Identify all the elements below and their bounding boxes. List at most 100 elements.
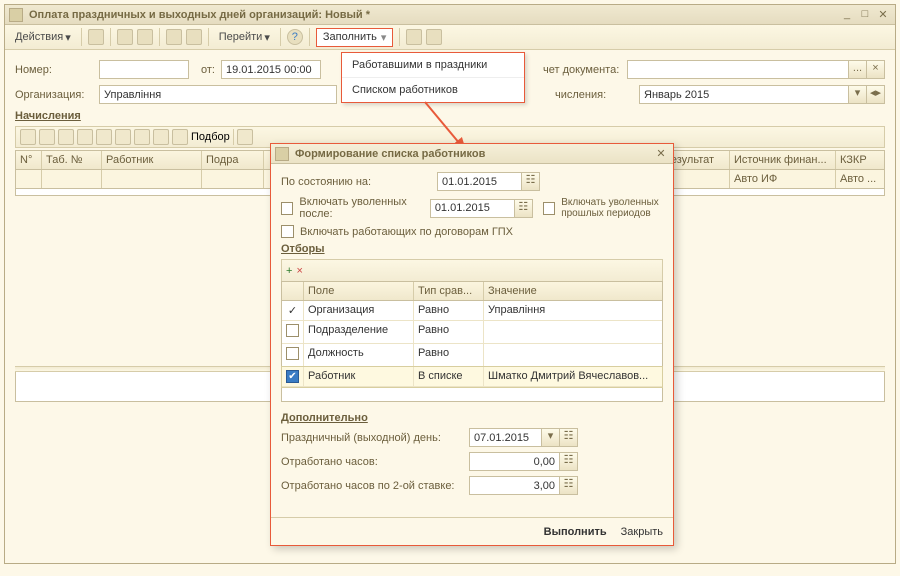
org-label: Организация: <box>15 89 93 101</box>
gt-icon-2[interactable] <box>39 129 55 145</box>
fill-menu-popup: Работавшими в праздники Списком работник… <box>341 52 525 103</box>
col-dept[interactable]: Подра <box>202 151 264 169</box>
hours-label: Отработано часов: <box>281 456 463 468</box>
gt-down-icon[interactable] <box>134 129 150 145</box>
incl-past-label: Включать уволенных прошлых периодов <box>561 197 663 219</box>
filters-header: Отборы <box>281 243 663 255</box>
window-title: Оплата праздничных и выходных дней орган… <box>29 9 837 21</box>
filters-grid: Поле Тип срав... Значение ✓ Организация … <box>281 281 663 402</box>
fcol-field[interactable]: Поле <box>304 282 414 300</box>
close-button[interactable]: ✕ <box>875 8 891 22</box>
modal-titlebar: Формирование списка работников ✕ <box>271 144 673 164</box>
number-label: Номер: <box>15 64 93 76</box>
filter-row[interactable]: Подразделение Равно <box>282 321 662 344</box>
tb-icon-6[interactable] <box>406 29 422 45</box>
goto-menu[interactable]: Перейти ▾ <box>215 29 274 46</box>
row1-autoif: Авто ИФ <box>730 170 836 188</box>
podbor-button[interactable]: Подбор <box>191 131 230 143</box>
filters-toolbar: + × <box>281 259 663 281</box>
accrual-month-input[interactable] <box>639 85 849 104</box>
row-chk[interactable] <box>286 324 299 337</box>
col-kzkr[interactable]: КЗКР <box>836 151 884 169</box>
tb-icon-3[interactable] <box>137 29 153 45</box>
filter-row[interactable]: ✔ Работник В списке Шматко Дмитрий Вячес… <box>282 367 662 387</box>
modal-title: Формирование списка работников <box>295 148 651 160</box>
tb-icon-2[interactable] <box>117 29 133 45</box>
col-tab[interactable]: Таб. № <box>42 151 102 169</box>
hours2-calc-button[interactable]: ☷ <box>560 476 578 495</box>
asof-input[interactable] <box>437 172 522 191</box>
incl-fired-checkbox[interactable] <box>281 202 293 215</box>
asof-label: По состоянию на: <box>281 176 431 188</box>
number-input[interactable] <box>99 60 189 79</box>
org-input[interactable] <box>99 85 337 104</box>
hours2-input[interactable] <box>469 476 560 495</box>
fcol-chk <box>282 282 304 300</box>
col-source[interactable]: Источник финан... <box>730 151 836 169</box>
help-icon[interactable]: ? <box>287 29 303 45</box>
tb-icon-4[interactable] <box>166 29 182 45</box>
holiday-input[interactable] <box>469 428 542 447</box>
hours-calc-button[interactable]: ☷ <box>560 452 578 471</box>
asof-cal-button[interactable]: ☷ <box>522 172 540 191</box>
gt-del-icon[interactable] <box>77 129 93 145</box>
filter-row[interactable]: Должность Равно <box>282 344 662 367</box>
modal-footer: Выполнить Закрыть <box>271 517 673 545</box>
fill-dropdown[interactable]: Заполнить▾ <box>316 28 394 47</box>
from-label: от: <box>195 64 215 76</box>
fcol-cmp[interactable]: Тип срав... <box>414 282 484 300</box>
from-date-input[interactable] <box>221 60 321 79</box>
incl-past-checkbox[interactable] <box>543 202 555 215</box>
accrual-drop-button[interactable]: ▾ <box>849 85 867 104</box>
accounting-select-button[interactable]: ... <box>849 60 867 79</box>
gt-add-icon[interactable] <box>20 129 36 145</box>
holiday-label: Праздничный (выходной) день: <box>281 432 463 444</box>
col-worker[interactable]: Работник <box>102 151 202 169</box>
minimize-button[interactable]: _ <box>839 8 855 22</box>
fill-menu-list[interactable]: Списком работников <box>342 78 524 102</box>
actions-menu[interactable]: Действия ▾ <box>11 29 75 46</box>
execute-button[interactable]: Выполнить <box>544 526 607 538</box>
tb-icon-1[interactable] <box>88 29 104 45</box>
main-toolbar: Действия ▾ Перейти ▾ ? Заполнить▾ <box>5 25 895 50</box>
filter-row[interactable]: ✓ Организация Равно Управління <box>282 301 662 321</box>
fcol-val[interactable]: Значение <box>484 282 662 300</box>
accounting-input[interactable] <box>627 60 849 79</box>
hours-input[interactable] <box>469 452 560 471</box>
gt-sort-az-icon[interactable] <box>153 129 169 145</box>
row-chk[interactable]: ✔ <box>286 370 299 383</box>
tb-icon-5[interactable] <box>186 29 202 45</box>
ft-add-icon[interactable]: + <box>286 264 292 278</box>
hours2-label: Отработано часов по 2-ой ставке: <box>281 480 463 492</box>
holiday-cal-button[interactable]: ☷ <box>560 428 578 447</box>
row-chk[interactable] <box>286 347 299 360</box>
incl-gpx-checkbox[interactable] <box>281 225 294 238</box>
workers-list-dialog: Формирование списка работников ✕ По сост… <box>270 143 674 546</box>
gt-icon-5[interactable] <box>96 129 112 145</box>
fill-menu-holidays[interactable]: Работавшими в праздники <box>342 53 524 78</box>
incl-gpx-label: Включать работающих по договорам ГПХ <box>300 226 513 238</box>
main-titlebar: Оплата праздничных и выходных дней орган… <box>5 5 895 25</box>
modal-icon <box>275 147 289 161</box>
row1-auto: Авто ... <box>836 170 884 188</box>
gt-user-icon[interactable] <box>237 129 253 145</box>
col-num[interactable]: N° <box>16 151 42 169</box>
accrual-step-button[interactable]: ◂▸ <box>867 85 885 104</box>
incl-fired-cal-button[interactable]: ☷ <box>515 199 533 218</box>
close-footer-button[interactable]: Закрыть <box>621 526 663 538</box>
gt-sort-za-icon[interactable] <box>172 129 188 145</box>
tb-icon-7[interactable] <box>426 29 442 45</box>
maximize-button[interactable]: □ <box>857 8 873 22</box>
accruals-header: Начисления <box>15 110 885 122</box>
incl-fired-label: Включать уволенных после: <box>299 196 423 220</box>
accounting-clear-button[interactable]: × <box>867 60 885 79</box>
doc-icon <box>9 8 23 22</box>
accounting-label: чет документа: <box>543 64 621 76</box>
gt-up-icon[interactable] <box>115 129 131 145</box>
modal-close-button[interactable]: ✕ <box>653 147 669 161</box>
gt-icon-3[interactable] <box>58 129 74 145</box>
holiday-drop-button[interactable]: ▾ <box>542 428 560 447</box>
incl-fired-input[interactable] <box>430 199 515 218</box>
accrual-month-label: числения: <box>555 89 633 101</box>
ft-del-icon[interactable]: × <box>296 264 302 278</box>
